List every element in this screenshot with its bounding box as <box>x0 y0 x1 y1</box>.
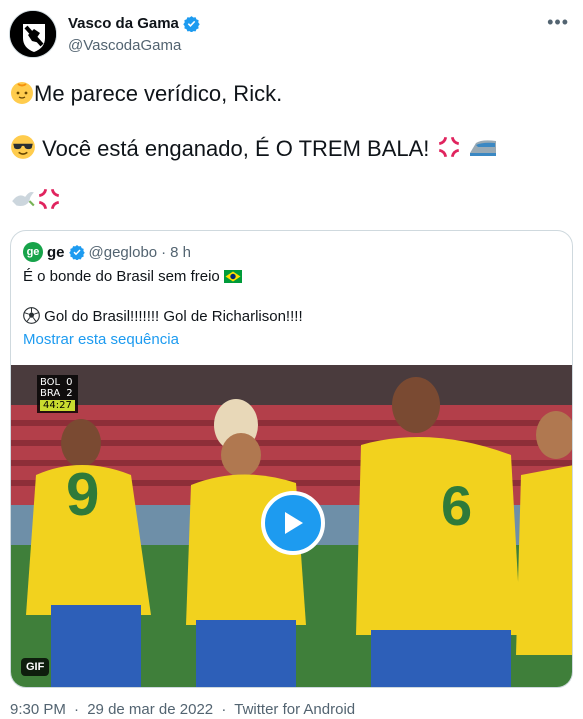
sunglasses-face-emoji-icon <box>11 135 35 159</box>
show-thread-link[interactable]: Mostrar esta sequência <box>23 331 179 348</box>
quoted-text: É o bonde do Brasil sem freio Gol do Bra… <box>23 267 303 327</box>
gif-media[interactable]: 9 6 BOL 0 BRA 2 44:27 GIF <box>11 365 572 687</box>
team1-score: 0 <box>66 377 73 388</box>
anger-symbol-emoji-icon <box>38 188 60 210</box>
tweet-footer: 9:30 PM · 29 de mar de 2022 · Twitter fo… <box>10 701 359 718</box>
match-clock: 44:27 <box>40 400 75 411</box>
separator-dot: · <box>74 701 80 718</box>
gif-badge: GIF <box>21 658 50 676</box>
vasco-crest-icon <box>10 11 56 57</box>
svg-text:9: 9 <box>66 461 99 528</box>
tweet-line-3 <box>10 186 62 215</box>
quoted-timestamp[interactable]: 8 h <box>170 244 191 261</box>
tweet-source[interactable]: Twitter for Android <box>234 701 355 718</box>
quoted-header: ge ge @geglobo · 8 h <box>23 242 191 262</box>
tweet-line-1-text: Me parece verídico, Rick. <box>34 81 283 106</box>
play-button[interactable] <box>261 491 325 555</box>
dove-emoji-icon <box>12 191 35 207</box>
team2-score: 2 <box>66 388 73 399</box>
quoted-handle[interactable]: @geglobo <box>89 244 158 261</box>
svg-text:6: 6 <box>441 474 472 537</box>
verified-badge-icon <box>183 16 200 32</box>
avatar[interactable] <box>9 10 57 58</box>
more-options-icon[interactable]: ••• <box>547 12 569 33</box>
quoted-tweet[interactable]: ge ge @geglobo · 8 h É o bonde do Brasil… <box>10 230 573 688</box>
tweet-line-2: Você está enganado, É O TREM BALA! <box>10 134 498 163</box>
quoted-display-name[interactable]: ge <box>47 244 65 261</box>
author-handle[interactable]: @VascodaGama <box>68 37 181 54</box>
verified-badge-icon <box>68 245 85 260</box>
quoted-avatar[interactable]: ge <box>23 242 43 262</box>
quoted-line-2: Gol do Brasil!!!!!!! Gol de Richarlison!… <box>23 307 303 327</box>
quoted-line-2-text: Gol do Brasil!!!!!!! Gol de Richarlison!… <box>44 308 303 325</box>
baby-face-emoji-icon <box>11 82 33 104</box>
team2-label: BRA <box>40 388 61 399</box>
anger-symbol-emoji-icon <box>438 136 459 158</box>
brazil-flag-icon <box>223 270 242 283</box>
separator-dot: · <box>161 243 167 261</box>
tweet-line-2-text: Você está enganado, É O TREM BALA! <box>42 136 430 161</box>
author-name-row[interactable]: Vasco da Gama <box>68 15 200 32</box>
quoted-line-1: É o bonde do Brasil sem freio <box>23 267 303 287</box>
scoreboard: BOL 0 BRA 2 44:27 <box>37 375 78 413</box>
quoted-line-1-text: É o bonde do Brasil sem freio <box>23 268 220 285</box>
separator-dot: · <box>221 701 227 718</box>
play-icon <box>285 512 303 534</box>
team1-label: BOL <box>40 377 61 388</box>
tweet-time[interactable]: 9:30 PM <box>10 701 66 718</box>
tweet-line-1: Me parece verídico, Rick. <box>10 80 282 108</box>
tweet-date[interactable]: 29 de mar de 2022 <box>87 701 213 718</box>
bullet-train-emoji-icon <box>469 140 496 156</box>
display-name[interactable]: Vasco da Gama <box>68 15 179 32</box>
soccer-ball-icon <box>23 307 40 324</box>
